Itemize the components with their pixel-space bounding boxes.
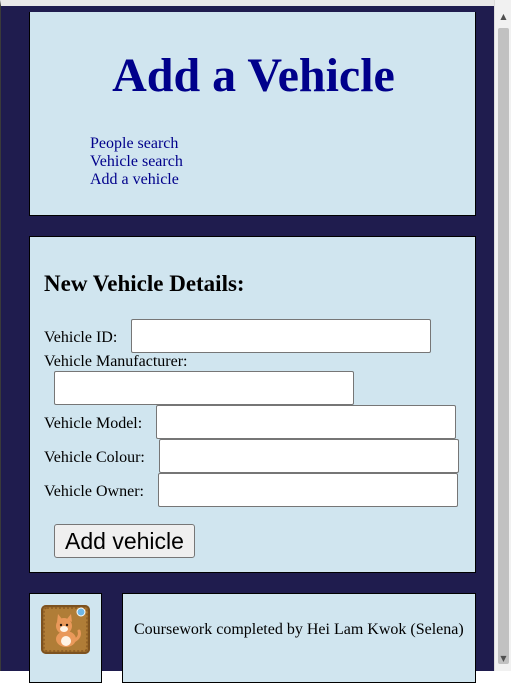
vehicle-colour-label: Vehicle Colour:	[44, 449, 145, 466]
vehicle-colour-input[interactable]	[159, 439, 459, 473]
vehicle-model-input[interactable]	[156, 405, 456, 439]
nav-links: People search Vehicle search Add a vehic…	[90, 135, 183, 189]
cat-icon-graphic	[43, 607, 88, 652]
vehicle-id-label: Vehicle ID:	[44, 329, 118, 346]
page-viewport: Add a Vehicle People search Vehicle sear…	[0, 0, 494, 683]
nav-link-vehicle-search[interactable]: Vehicle search	[90, 153, 183, 171]
form-heading: New Vehicle Details:	[44, 271, 245, 296]
add-vehicle-button[interactable]: Add vehicle	[54, 524, 195, 558]
scroll-up-arrow-icon[interactable]: ▲	[495, 8, 511, 25]
vehicle-form-panel: New Vehicle Details: Vehicle ID: Vehicle…	[29, 236, 476, 573]
nav-link-add-vehicle[interactable]: Add a vehicle	[90, 171, 183, 189]
vehicle-owner-label: Vehicle Owner:	[44, 483, 144, 500]
vertical-scrollbar[interactable]: ▲ ▼	[494, 0, 511, 671]
scroll-down-arrow-icon[interactable]: ▼	[495, 650, 511, 667]
cat-icon	[41, 605, 90, 654]
vehicle-owner-input[interactable]	[158, 473, 458, 507]
header-panel: Add a Vehicle People search Vehicle sear…	[29, 12, 476, 216]
footer-text-panel: Coursework completed by Hei Lam Kwok (Se…	[122, 593, 476, 683]
scroll-thumb[interactable]	[498, 28, 509, 664]
footer-logo-panel	[29, 593, 102, 683]
nav-link-people-search[interactable]: People search	[90, 135, 183, 153]
vehicle-manufacturer-input[interactable]	[54, 371, 354, 405]
vehicle-model-label: Vehicle Model:	[44, 415, 143, 432]
vehicle-id-input[interactable]	[131, 319, 431, 353]
vehicle-manufacturer-label: Vehicle Manufacturer:	[44, 353, 188, 370]
footer-credit-text: Coursework completed by Hei Lam Kwok (Se…	[134, 621, 464, 638]
page-title: Add a Vehicle	[112, 49, 395, 102]
